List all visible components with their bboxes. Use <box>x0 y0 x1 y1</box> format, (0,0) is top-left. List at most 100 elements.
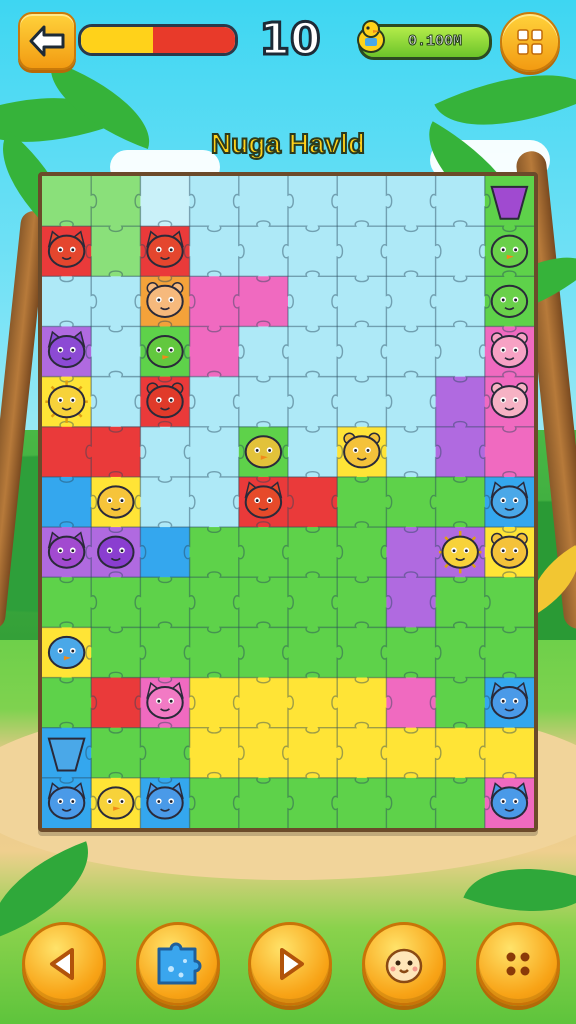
puzzle-cell[interactable] <box>288 326 338 378</box>
puzzle-cell[interactable] <box>140 727 191 779</box>
more-button[interactable] <box>476 922 560 1006</box>
puzzle-cell[interactable] <box>91 577 141 628</box>
puzzle-cell[interactable] <box>386 627 437 679</box>
puzzle-cell[interactable] <box>238 727 289 779</box>
puzzle-cell[interactable] <box>140 426 191 478</box>
bird-critter-icon[interactable] <box>244 435 283 469</box>
puzzle-cell[interactable] <box>288 727 338 779</box>
puzzle-cell[interactable] <box>238 627 289 679</box>
puzzle-cell[interactable] <box>288 376 338 428</box>
fox-critter-icon[interactable] <box>244 481 283 519</box>
puzzle-cell[interactable] <box>337 777 387 828</box>
puzzle-cell[interactable] <box>189 426 240 478</box>
puzzle-cell[interactable] <box>386 727 437 779</box>
puzzle-cell[interactable] <box>337 727 387 779</box>
puzzle-cell[interactable] <box>140 577 191 628</box>
puzzle-cell[interactable] <box>288 276 338 327</box>
puzzle-cell[interactable] <box>337 577 387 628</box>
puzzle-cell[interactable] <box>288 677 338 729</box>
puzzle-cell[interactable] <box>91 376 141 428</box>
puzzle-cell[interactable] <box>91 226 141 277</box>
puzzle-cell[interactable] <box>189 176 240 227</box>
bear-critter-icon[interactable] <box>146 282 184 318</box>
puzzle-cell[interactable] <box>435 176 486 227</box>
menu-button[interactable] <box>500 12 560 72</box>
puzzle-cell[interactable] <box>189 777 240 828</box>
puzzle-cell[interactable] <box>238 777 289 828</box>
puzzle-cell[interactable] <box>337 677 387 729</box>
puzzle-cell[interactable] <box>435 627 486 679</box>
puzzle-cell[interactable] <box>42 476 92 528</box>
puzzle-cell[interactable] <box>288 226 338 277</box>
cat-critter-icon[interactable] <box>490 681 529 720</box>
puzzle-cell[interactable] <box>435 326 486 378</box>
puzzle-cell[interactable] <box>42 276 92 327</box>
puzzle-cell[interactable] <box>337 226 387 277</box>
bird-critter-icon[interactable] <box>490 234 529 268</box>
cat-critter-icon[interactable] <box>47 531 86 569</box>
puzzle-cell[interactable] <box>189 276 240 327</box>
bear-critter-icon[interactable] <box>490 332 529 369</box>
puzzle-cell[interactable] <box>238 326 289 378</box>
puzzle-cell[interactable] <box>288 627 338 679</box>
puzzle-cell[interactable] <box>140 176 191 227</box>
puzzle-cell[interactable] <box>91 426 141 478</box>
sun-critter-icon[interactable] <box>438 530 482 574</box>
puzzle-cell[interactable] <box>337 476 387 528</box>
puzzle-cell[interactable] <box>189 326 240 378</box>
puzzle-cell[interactable] <box>42 577 92 628</box>
puzzle-cell[interactable] <box>386 527 437 578</box>
puzzle-cell[interactable] <box>238 527 289 578</box>
puzzle-cell[interactable] <box>189 677 240 729</box>
puzzle-cell[interactable] <box>91 677 141 729</box>
puzzle-cell[interactable] <box>189 476 240 528</box>
puzzle-cell[interactable] <box>140 527 191 578</box>
bear-critter-icon[interactable] <box>343 432 381 469</box>
cat-critter-icon[interactable] <box>490 782 529 820</box>
puzzle-cell[interactable] <box>386 476 437 528</box>
puzzle-cell[interactable] <box>189 627 240 679</box>
puzzle-cell[interactable] <box>337 376 387 428</box>
puzzle-cell[interactable] <box>435 376 486 428</box>
puzzle-cell[interactable] <box>91 627 141 679</box>
puzzle-cell[interactable] <box>42 426 92 478</box>
sun-critter-icon[interactable] <box>45 380 88 423</box>
bird-critter-icon[interactable] <box>146 334 184 369</box>
puzzle-cell[interactable] <box>140 627 191 679</box>
hint-button[interactable] <box>362 922 446 1006</box>
puzzle-cell[interactable] <box>189 226 240 277</box>
puzzle-cell[interactable] <box>238 376 289 428</box>
puzzle-cell[interactable] <box>386 777 437 828</box>
puzzle-cell[interactable] <box>337 176 387 227</box>
puzzle-cell[interactable] <box>288 527 338 578</box>
puzzle-cell[interactable] <box>435 777 486 828</box>
back-button[interactable] <box>18 12 76 70</box>
puzzle-cell[interactable] <box>386 176 437 227</box>
puzzle-cell[interactable] <box>337 276 387 327</box>
cat-critter-icon[interactable] <box>47 782 86 820</box>
puzzle-cell[interactable] <box>238 176 289 227</box>
bear-critter-icon[interactable] <box>146 382 184 419</box>
cat-critter-icon[interactable] <box>490 481 529 519</box>
puzzle-piece-button[interactable] <box>136 922 220 1006</box>
puzzle-cell[interactable] <box>42 677 92 729</box>
puzzle-cell[interactable] <box>238 677 289 729</box>
puzzle-cell[interactable] <box>91 276 141 327</box>
puzzle-cell[interactable] <box>238 577 289 628</box>
puzzle-cell[interactable] <box>288 777 338 828</box>
puzzle-cell[interactable] <box>337 627 387 679</box>
puzzle-cell[interactable] <box>91 727 141 779</box>
puzzle-cell[interactable] <box>42 176 92 227</box>
puzzle-cell[interactable] <box>288 426 338 478</box>
blob-critter-icon[interactable] <box>97 485 135 519</box>
cat-critter-icon[interactable] <box>146 681 184 720</box>
puzzle-cell[interactable] <box>435 476 486 528</box>
puzzle-cell[interactable] <box>238 276 289 327</box>
next-button[interactable] <box>248 922 332 1006</box>
puzzle-cell[interactable] <box>91 176 141 227</box>
puzzle-cell[interactable] <box>288 577 338 628</box>
puzzle-cell[interactable] <box>435 677 486 729</box>
puzzle-cell[interactable] <box>91 326 141 378</box>
bear-critter-icon[interactable] <box>490 382 529 419</box>
blob-critter-icon[interactable] <box>97 535 135 569</box>
